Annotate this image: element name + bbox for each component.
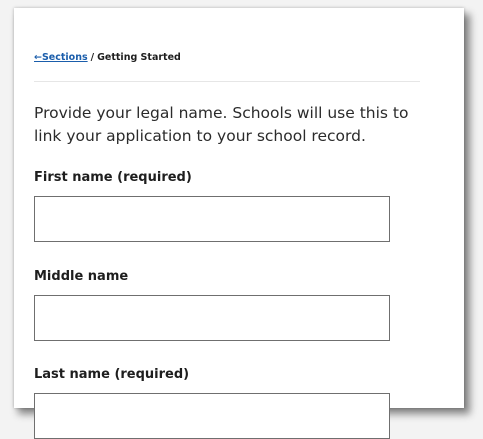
last-name-label: Last name (required) [34, 367, 190, 382]
breadcrumb: ←Sections / Getting Started [34, 52, 181, 63]
breadcrumb-current: Getting Started [97, 52, 181, 63]
last-name-input[interactable] [34, 393, 390, 439]
intro-text: Provide your legal name. Schools will us… [34, 104, 409, 145]
middle-name-input[interactable] [34, 295, 390, 341]
first-name-input[interactable] [34, 196, 390, 242]
form-card: ←Sections / Getting Started Provide your l… [14, 8, 464, 439]
first-name-label: First name (required) [34, 170, 192, 185]
middle-name-label: Middle name [34, 269, 129, 284]
divider [34, 81, 420, 82]
breadcrumb-sections-link[interactable]: ←Sections [34, 52, 88, 63]
breadcrumb-separator: / [90, 52, 95, 63]
